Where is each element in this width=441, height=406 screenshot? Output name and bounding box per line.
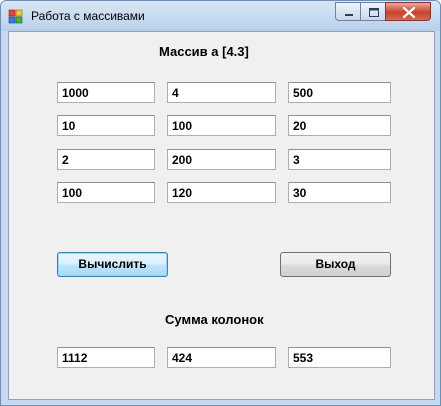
matrix-cell-r2-c1[interactable]: 10 <box>57 115 155 136</box>
sum-cell-1[interactable]: 1112 <box>57 347 155 368</box>
main-window: Работа с массивами Массив а [4.3] 1000 4… <box>0 0 441 406</box>
matrix-cell-r1-c2[interactable]: 4 <box>167 82 276 103</box>
matrix-cell-r2-c3[interactable]: 20 <box>288 115 391 136</box>
close-icon <box>402 6 416 19</box>
minimize-button[interactable] <box>335 2 361 21</box>
window-title: Работа с массивами <box>31 9 145 23</box>
matrix-cell-r1-c3[interactable]: 500 <box>288 82 391 103</box>
close-button[interactable] <box>385 2 431 21</box>
matrix-cell-r4-c2[interactable]: 120 <box>167 182 276 203</box>
matrix-cell-r3-c2[interactable]: 200 <box>167 149 276 170</box>
title-bar[interactable]: Работа с массивами <box>1 1 440 31</box>
exit-button[interactable]: Выход <box>280 252 391 277</box>
matrix-cell-r2-c2[interactable]: 100 <box>167 115 276 136</box>
matrix-cell-r4-c3[interactable]: 30 <box>288 182 391 203</box>
app-icon <box>8 9 24 25</box>
sum-heading: Сумма колонок <box>165 312 264 327</box>
matrix-cell-r4-c1[interactable]: 100 <box>57 182 155 203</box>
array-heading: Массив а [4.3] <box>159 44 249 59</box>
minimize-icon <box>345 14 353 16</box>
matrix-cell-r1-c1[interactable]: 1000 <box>57 82 155 103</box>
sum-cell-3[interactable]: 553 <box>288 347 391 368</box>
form-client-area: Массив а [4.3] 1000 4 500 10 100 20 2 20… <box>8 31 435 400</box>
maximize-button[interactable] <box>360 2 386 21</box>
maximize-icon <box>369 8 379 17</box>
sum-cell-2[interactable]: 424 <box>167 347 276 368</box>
matrix-cell-r3-c1[interactable]: 2 <box>57 149 155 170</box>
matrix-cell-r3-c3[interactable]: 3 <box>288 149 391 170</box>
compute-button[interactable]: Вычислить <box>57 252 168 277</box>
